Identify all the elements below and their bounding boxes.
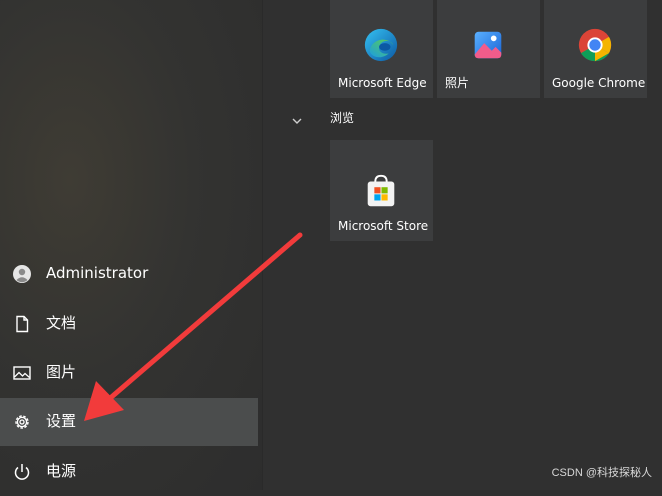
chrome-icon (578, 28, 612, 62)
nav-item-user[interactable]: Administrator (0, 250, 258, 298)
picture-icon (13, 366, 31, 380)
tile-label: Google Chrome (552, 76, 646, 90)
store-icon (367, 174, 395, 207)
nav-item-label: 图片 (46, 363, 77, 381)
user-avatar-icon (13, 265, 31, 283)
nav-item-pictures[interactable]: 图片 (0, 349, 258, 397)
power-icon (14, 464, 30, 480)
tile-label: 照片 (445, 76, 470, 90)
nav-item-label: 文档 (46, 314, 77, 332)
chevron-down-icon[interactable] (290, 116, 304, 126)
tile-microsoft-store[interactable]: Microsoft Store (330, 140, 433, 241)
tile-label: Microsoft Store (338, 219, 429, 233)
gear-icon (15, 415, 29, 429)
nav-item-label: Administrator (46, 264, 149, 282)
nav-item-documents[interactable]: 文档 (0, 300, 258, 348)
nav-item-settings[interactable]: 设置 (0, 398, 258, 446)
nav-item-label: 电源 (46, 462, 77, 480)
document-icon (16, 315, 29, 333)
tile-microsoft-edge[interactable]: Microsoft Edge (330, 0, 433, 98)
nav-item-label: 设置 (46, 412, 77, 430)
tile-photos[interactable]: 照片 (437, 0, 540, 98)
tile-google-chrome[interactable]: Google Chrome (544, 0, 647, 98)
photos-icon (474, 31, 502, 59)
watermark: CSDN @科技探秘人 (551, 467, 652, 479)
group-header-browse[interactable]: 浏览 (330, 110, 354, 126)
edge-icon (364, 28, 398, 62)
tile-label: Microsoft Edge (338, 76, 427, 90)
nav-item-power[interactable]: 电源 (0, 448, 258, 496)
